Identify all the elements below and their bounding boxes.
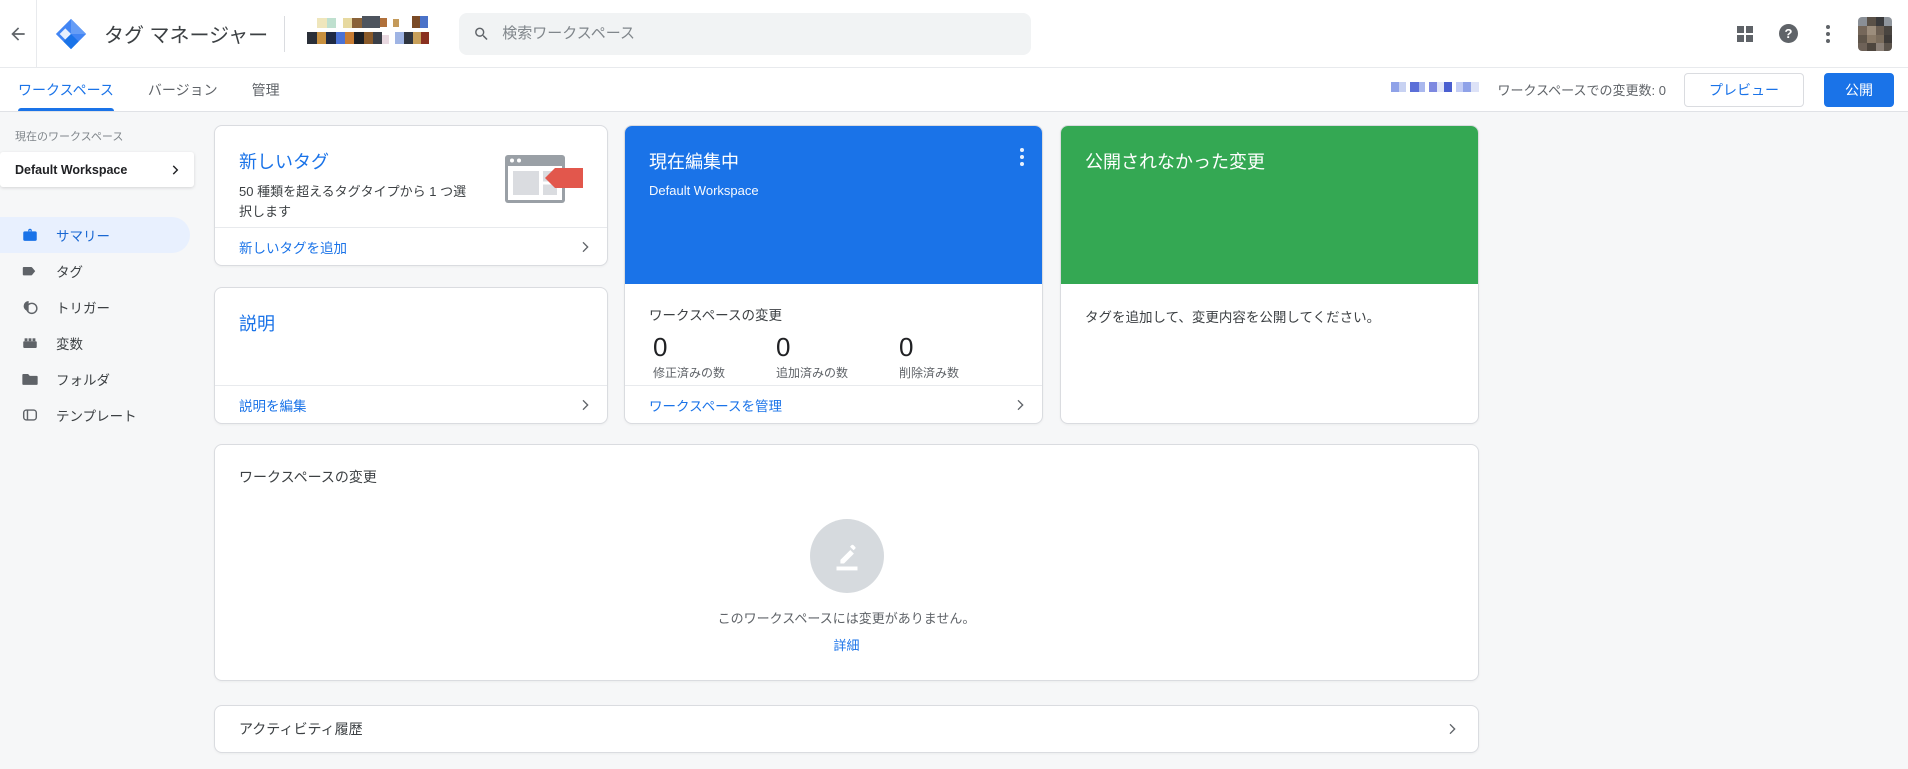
stat-modified: 0 修正済みの数 bbox=[653, 332, 776, 381]
nav-tabs: ワークスペース バージョン 管理 bbox=[0, 68, 314, 111]
publish-button[interactable]: 公開 bbox=[1824, 72, 1894, 107]
description-card: 説明 説明を編集 bbox=[214, 287, 608, 424]
workspace-selector[interactable]: Default Workspace bbox=[0, 152, 194, 187]
sidebar-item-summary[interactable]: サマリー bbox=[0, 217, 190, 253]
header-divider bbox=[284, 15, 286, 52]
add-new-tag-link[interactable]: 新しいタグを追加 bbox=[239, 237, 347, 257]
now-editing-title: 現在編集中 bbox=[649, 152, 739, 172]
sidebar-item-variables[interactable]: 変数 bbox=[0, 325, 195, 361]
stat-label: 追加済みの数 bbox=[776, 366, 849, 381]
tabbar-right: ワークスペースでの変更数: 0 プレビュー 公開 bbox=[1391, 72, 1908, 107]
new-tag-card: 新しいタグ 50 種類を超えるタグタイプから 1 つ選択します 新しいタグを追加 bbox=[214, 125, 608, 266]
summary-icon bbox=[23, 228, 37, 241]
back-button[interactable] bbox=[0, 0, 37, 67]
search-icon bbox=[475, 27, 488, 40]
unpublished-changes-message: タグを追加して、変更内容を公開してください。 bbox=[1085, 310, 1381, 325]
activity-history-title: アクティビティ履歴 bbox=[239, 721, 363, 737]
workspace-changes-count: ワークスペースでの変更数: 0 bbox=[1497, 83, 1666, 98]
preview-button[interactable]: プレビュー bbox=[1684, 72, 1804, 107]
sidebar-item-tags[interactable]: タグ bbox=[0, 253, 195, 289]
gtm-workspace-page: タグ マネージャー ? bbox=[0, 0, 1908, 769]
app-title: タグ マネージャー bbox=[104, 25, 269, 47]
arrow-back-icon bbox=[11, 26, 25, 41]
sidebar-item-label: テンプレート bbox=[56, 409, 137, 424]
tab-bar: ワークスペース バージョン 管理 ワークスペースでの変更数: 0 プレビュー 公… bbox=[0, 68, 1908, 112]
stat-value: 0 bbox=[776, 332, 791, 362]
edit-description-action[interactable]: 説明を編集 bbox=[215, 385, 607, 423]
stat-deleted: 0 削除済み数 bbox=[899, 332, 1022, 381]
chevron-right-icon bbox=[582, 399, 589, 410]
workspace-stats: 0 修正済みの数 0 追加済みの数 0 削除済み数 bbox=[653, 332, 1042, 381]
tab-workspace[interactable]: ワークスペース bbox=[18, 68, 114, 111]
trigger-icon bbox=[23, 301, 38, 315]
current-workspace-label: 現在のワークスペース bbox=[15, 131, 124, 143]
now-editing-workspace-name: Default Workspace bbox=[649, 183, 759, 198]
changes-panel-title: ワークスペースの変更 bbox=[239, 469, 377, 485]
tab-admin[interactable]: 管理 bbox=[252, 68, 280, 111]
workspace-changes-panel: ワークスペースの変更 このワークスペースには変更がありません。 詳細 bbox=[214, 444, 1479, 681]
redacted-account-name bbox=[299, 13, 431, 54]
description-title: 説明 bbox=[239, 314, 275, 334]
add-new-tag-action[interactable]: 新しいタグを追加 bbox=[215, 227, 607, 265]
changes-empty-state: このワークスペースには変更がありません。 詳細 bbox=[215, 519, 1478, 655]
sidebar-item-label: フォルダ bbox=[56, 373, 110, 388]
appbar-right-icons: ? bbox=[1737, 16, 1908, 51]
sidebar-item-label: タグ bbox=[56, 265, 83, 280]
now-editing-card: 現在編集中 Default Workspace ワークスペースの変更 0 修正済… bbox=[624, 125, 1043, 424]
tag-manager-logo[interactable] bbox=[54, 17, 88, 51]
card-menu-icon[interactable] bbox=[1018, 146, 1026, 168]
stat-value: 0 bbox=[899, 332, 914, 362]
chevron-right-icon bbox=[1449, 723, 1456, 735]
sidebar-item-label: 変数 bbox=[56, 337, 83, 352]
new-tag-illustration-icon bbox=[505, 155, 583, 203]
folder-icon bbox=[22, 374, 38, 385]
details-link[interactable]: 詳細 bbox=[833, 635, 859, 654]
chevron-right-icon bbox=[1017, 399, 1024, 410]
apps-grid-icon[interactable] bbox=[1737, 25, 1753, 42]
stat-value: 0 bbox=[653, 332, 668, 362]
help-icon[interactable]: ? bbox=[1779, 24, 1798, 43]
unpublished-changes-header: 公開されなかった変更 bbox=[1061, 126, 1478, 284]
tab-versions[interactable]: バージョン bbox=[148, 68, 218, 111]
chevron-right-icon bbox=[172, 164, 179, 175]
sidebar-menu: サマリー タグ トリガー 変数 フォルダ テンプレート bbox=[0, 217, 195, 433]
edit-description-link[interactable]: 説明を編集 bbox=[239, 395, 307, 415]
manage-workspace-action[interactable]: ワークスペースを管理 bbox=[625, 385, 1042, 423]
sidebar-item-folders[interactable]: フォルダ bbox=[0, 361, 195, 397]
activity-history-bar[interactable]: アクティビティ履歴 bbox=[214, 705, 1479, 753]
new-tag-description: 50 種類を超えるタグタイプから 1 つ選択します bbox=[239, 184, 467, 220]
redacted-container-id bbox=[1391, 80, 1480, 99]
template-icon bbox=[22, 409, 38, 421]
tag-icon bbox=[22, 266, 36, 276]
overflow-menu-icon[interactable] bbox=[1824, 23, 1832, 45]
stat-label: 削除済み数 bbox=[899, 366, 960, 381]
changes-empty-message: このワークスペースには変更がありません。 bbox=[717, 611, 976, 626]
app-bar: タグ マネージャー ? bbox=[0, 0, 1908, 68]
workspace-search bbox=[459, 12, 1032, 55]
workspace-changes-heading: ワークスペースの変更 bbox=[649, 308, 782, 323]
manage-workspace-link[interactable]: ワークスペースを管理 bbox=[649, 395, 782, 415]
unpublished-changes-title: 公開されなかった変更 bbox=[1085, 152, 1265, 172]
now-editing-header: 現在編集中 Default Workspace bbox=[625, 126, 1042, 284]
edit-pencil-icon bbox=[809, 519, 884, 593]
variables-icon bbox=[23, 338, 37, 348]
user-avatar[interactable] bbox=[1858, 16, 1892, 51]
search-input[interactable] bbox=[502, 25, 1018, 42]
sidebar-item-label: トリガー bbox=[56, 301, 110, 316]
sidebar-item-label: サマリー bbox=[56, 229, 110, 244]
workspace-name: Default Workspace bbox=[15, 162, 128, 177]
chevron-right-icon bbox=[582, 241, 589, 252]
unpublished-changes-card: 公開されなかった変更 タグを追加して、変更内容を公開してください。 bbox=[1060, 125, 1479, 424]
stat-added: 0 追加済みの数 bbox=[776, 332, 899, 381]
stat-label: 修正済みの数 bbox=[653, 366, 726, 381]
sidebar-item-triggers[interactable]: トリガー bbox=[0, 289, 195, 325]
sidebar: 現在のワークスペース Default Workspace サマリー タグ トリガ… bbox=[0, 112, 195, 769]
sidebar-item-templates[interactable]: テンプレート bbox=[0, 397, 195, 433]
